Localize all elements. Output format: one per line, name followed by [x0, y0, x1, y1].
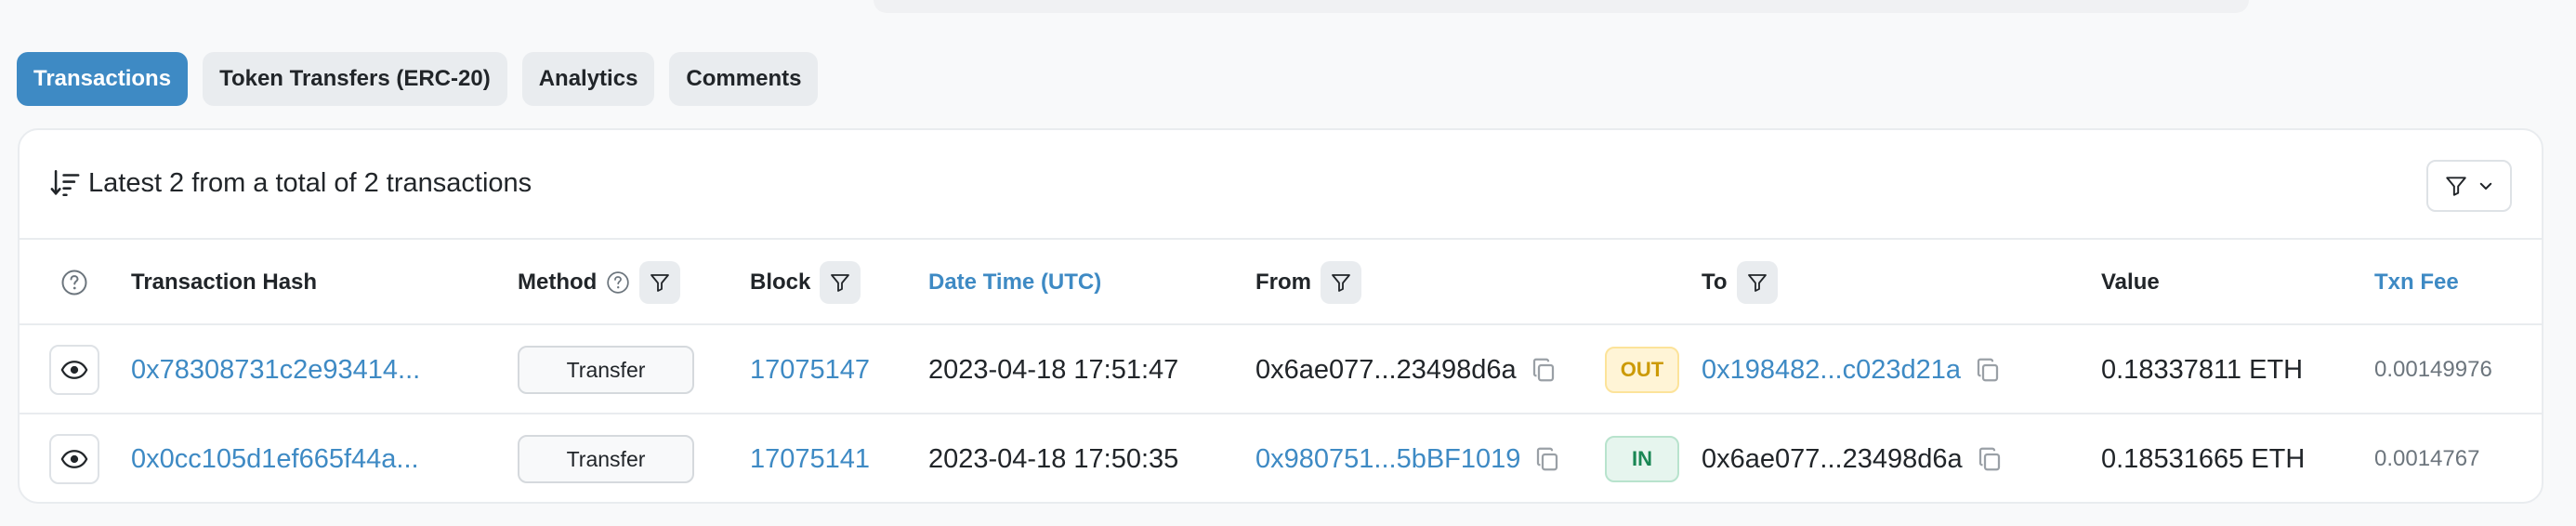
- col-to: To: [1702, 240, 1778, 325]
- col-txn-fee[interactable]: Txn Fee: [2374, 240, 2459, 325]
- copy-icon[interactable]: [1976, 445, 2004, 473]
- table-row: 0x78308731c2e93414... Transfer 17075147 …: [20, 325, 2542, 414]
- datetime-cell: 2023-04-18 17:50:35: [928, 443, 1179, 474]
- top-shadow: [874, 0, 2249, 13]
- from-address: 0x6ae077...23498d6a: [1255, 354, 1517, 385]
- block-link[interactable]: 17075141: [750, 414, 870, 502]
- col-block: Block: [750, 240, 861, 325]
- tab-token-transfers[interactable]: Token Transfers (ERC-20): [203, 52, 507, 106]
- tab-transactions[interactable]: Transactions: [17, 52, 189, 106]
- table-row: 0x0cc105d1ef665f44a... Transfer 17075141…: [20, 414, 2542, 502]
- value-cell: 0.18337811 ETH: [2101, 354, 2304, 385]
- block-filter-button[interactable]: [820, 261, 861, 304]
- eye-icon: [60, 450, 88, 468]
- sort-descending-icon: [50, 169, 80, 197]
- tx-hash-link[interactable]: 0x0cc105d1ef665f44a...: [131, 414, 419, 502]
- method-badge: Transfer: [518, 435, 694, 483]
- filter-icon: [1747, 274, 1767, 292]
- col-value: Value: [2101, 270, 2160, 295]
- method-badge: Transfer: [518, 346, 694, 394]
- info-column-header: [60, 240, 88, 325]
- chevron-down-icon: [2479, 182, 2492, 190]
- col-to-label: To: [1702, 270, 1728, 295]
- copy-icon[interactable]: [1974, 356, 2002, 384]
- filter-icon: [2446, 177, 2466, 196]
- datetime-cell: 2023-04-18 17:51:47: [928, 354, 1179, 385]
- from-address-link[interactable]: 0x980751...5bBF1019: [1255, 444, 1520, 475]
- to-address: 0x6ae077...23498d6a: [1702, 443, 1963, 474]
- filter-icon: [831, 274, 850, 292]
- method-filter-button[interactable]: [639, 261, 681, 304]
- col-transaction-hash: Transaction Hash: [131, 270, 318, 295]
- view-details-button[interactable]: [49, 434, 99, 484]
- eye-icon: [60, 361, 88, 379]
- tx-hash-link[interactable]: 0x78308731c2e93414...: [131, 325, 420, 414]
- to-filter-button[interactable]: [1736, 261, 1778, 304]
- view-details-button[interactable]: [49, 345, 99, 395]
- fee-cell: 0.0014767: [2374, 446, 2480, 471]
- from-filter-button[interactable]: [1321, 261, 1361, 304]
- col-block-label: Block: [750, 270, 811, 295]
- card-header: Latest 2 from a total of 2 transactions: [20, 130, 2542, 240]
- col-method-label: Method: [518, 270, 598, 295]
- col-method: Method: [518, 240, 681, 325]
- filter-icon: [651, 274, 670, 292]
- value-cell: 0.18531665 ETH: [2101, 443, 2306, 474]
- tab-bar: Transactions Token Transfers (ERC-20) An…: [17, 52, 819, 106]
- block-link[interactable]: 17075147: [750, 325, 870, 414]
- col-from: From: [1255, 240, 1361, 325]
- copy-icon[interactable]: [1530, 356, 1557, 384]
- filter-dropdown-button[interactable]: [2426, 160, 2512, 212]
- tab-comments[interactable]: Comments: [669, 52, 819, 106]
- table-header: Transaction Hash Method Block Date Time …: [20, 240, 2542, 325]
- filter-icon: [1332, 274, 1350, 292]
- col-datetime[interactable]: Date Time (UTC): [928, 240, 1101, 325]
- copy-icon[interactable]: [1533, 445, 1561, 473]
- summary-text: Latest 2 from a total of 2 transactions: [88, 167, 532, 198]
- tab-analytics[interactable]: Analytics: [521, 52, 655, 106]
- fee-cell: 0.00149976: [2374, 357, 2492, 382]
- transactions-card: Latest 2 from a total of 2 transactions …: [18, 128, 2543, 504]
- col-from-label: From: [1255, 270, 1311, 295]
- direction-out-badge: OUT: [1605, 347, 1679, 393]
- direction-in-badge: IN: [1605, 436, 1679, 482]
- question-circle-icon[interactable]: [606, 270, 630, 295]
- to-address-link[interactable]: 0x198482...c023d21a: [1702, 355, 1961, 386]
- question-circle-icon[interactable]: [60, 269, 88, 296]
- summary: Latest 2 from a total of 2 transactions: [49, 167, 532, 199]
